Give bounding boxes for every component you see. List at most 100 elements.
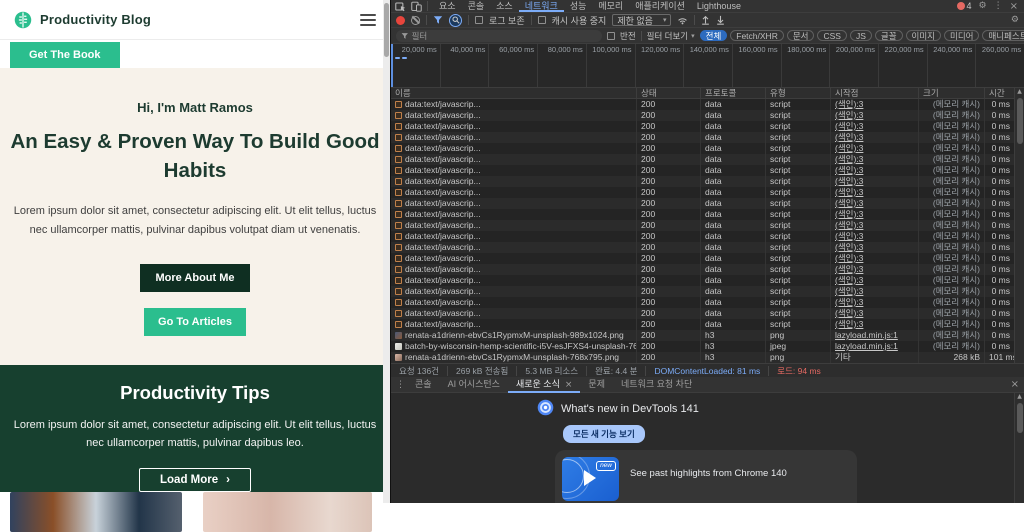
network-request-row[interactable]: data:text/javascrip...200datascript(색인):… [391,132,1015,143]
drawer-tab[interactable]: 문제 [580,377,613,393]
scroll-up-icon[interactable]: ▲ [1015,393,1024,401]
network-request-row[interactable]: data:text/javascrip...200datascript(색인):… [391,176,1015,187]
device-toolbar-icon[interactable] [411,1,422,12]
network-request-row[interactable]: data:text/javascrip...200datascript(색인):… [391,121,1015,132]
network-request-row[interactable]: data:text/javascrip...200datascript(색인):… [391,264,1015,275]
initiator-link[interactable]: (색인):3 [835,99,863,109]
initiator-link[interactable]: (색인):3 [835,209,863,219]
devtools-tab[interactable]: 요소 [433,0,462,12]
initiator-link[interactable]: (색인):3 [835,275,863,285]
scrollbar-thumb[interactable] [1017,403,1023,433]
initiator-link[interactable]: lazyload.min.js:1 [835,330,898,340]
invert-filter-checkbox[interactable] [607,32,615,40]
network-request-row[interactable]: data:text/javascrip...200datascript(색인):… [391,242,1015,253]
column-header[interactable]: 프로토콜 [701,88,766,98]
highlight-video-card[interactable]: new See past highlights from Chrome 140 [555,450,857,503]
network-request-row[interactable]: data:text/javascrip...200datascript(색인):… [391,220,1015,231]
initiator-link[interactable]: (색인):3 [835,165,863,175]
inspect-element-icon[interactable] [395,1,406,12]
network-request-row[interactable]: data:text/javascrip...200datascript(색인):… [391,154,1015,165]
filter-chip[interactable]: 전체 [700,30,728,41]
disable-cache-checkbox[interactable] [538,16,546,24]
video-thumbnail[interactable]: new [562,457,619,501]
initiator-link[interactable]: (색인):3 [835,308,863,318]
record-network-log-icon[interactable] [396,16,405,25]
initiator-link[interactable]: (색인):3 [835,121,863,131]
menu-icon[interactable] [360,14,376,26]
network-conditions-icon[interactable] [677,15,688,25]
search-icon[interactable] [449,14,462,27]
network-settings-gear-icon[interactable]: ⚙ [1011,15,1019,25]
initiator-link[interactable]: (색인):3 [835,319,863,329]
initiator-link[interactable]: (색인):3 [835,198,863,208]
column-header[interactable]: 상태 [637,88,701,98]
drawer-tab[interactable]: 콘솔 [407,377,440,393]
drawer-tab[interactable]: 새로운 소식× [508,377,580,393]
network-request-row[interactable]: data:text/javascrip...200datascript(색인):… [391,143,1015,154]
devtools-tab[interactable]: Lighthouse [691,0,747,12]
devtools-tab[interactable]: 애플리케이션 [629,0,691,12]
network-request-row[interactable]: batch-by-wisconsin-hemp-scientific-i5V-e… [391,341,1015,352]
network-request-row[interactable]: data:text/javascrip...200datascript(색인):… [391,209,1015,220]
filter-chip[interactable]: CSS [817,30,846,41]
filter-funnel-icon[interactable] [433,15,443,25]
filter-chip[interactable]: 이미지 [906,30,941,41]
network-overview-timeline[interactable]: 20,000 ms40,000 ms60,000 ms80,000 ms100,… [391,44,1024,88]
network-table-header[interactable]: 이름상태프로토콜유형시작점크기시간 [391,88,1015,99]
export-har-icon[interactable] [716,15,725,25]
get-the-book-button[interactable]: Get The Book [10,42,120,68]
network-request-row[interactable]: data:text/javascrip...200datascript(색인):… [391,99,1015,110]
initiator-link[interactable]: (색인):3 [835,176,863,186]
network-request-row[interactable]: data:text/javascrip...200datascript(색인):… [391,231,1015,242]
devtools-tab[interactable]: 콘솔 [462,0,491,12]
more-about-me-button[interactable]: More About Me [140,264,249,292]
filter-chip[interactable]: JS [850,30,872,41]
network-request-row[interactable]: data:text/javascrip...200datascript(색인):… [391,198,1015,209]
network-request-row[interactable]: data:text/javascrip...200datascript(색인):… [391,275,1015,286]
network-request-row[interactable]: data:text/javascrip...200datascript(색인):… [391,286,1015,297]
more-filters-button[interactable]: 필터 더보기 ▾ [647,30,695,42]
article-thumbnail[interactable] [203,492,372,532]
filter-chip[interactable]: Fetch/XHR [730,30,784,41]
drawer-scrollbar[interactable]: ▲ [1014,393,1024,503]
initiator-link[interactable]: (색인):3 [835,154,863,164]
column-header[interactable]: 이름 [391,88,637,98]
go-to-articles-button[interactable]: Go To Articles [144,308,246,336]
network-request-row[interactable]: data:text/javascrip...200datascript(색인):… [391,110,1015,121]
devtools-tab[interactable]: 소스 [490,0,519,12]
filter-input-box[interactable] [396,30,602,42]
filter-chip[interactable]: 글꼴 [875,30,903,41]
network-request-row[interactable]: data:text/javascrip...200datascript(색인):… [391,187,1015,198]
scrollbar-thumb[interactable] [384,3,389,57]
filter-input[interactable] [412,31,597,41]
initiator-link[interactable]: (색인):3 [835,187,863,197]
initiator-link[interactable]: (색인):3 [835,297,863,307]
devtools-tab[interactable]: 네트워크 [519,0,564,12]
load-more-button[interactable]: Load More › [139,468,251,492]
table-scrollbar[interactable]: ▲ [1014,88,1024,363]
article-thumbnail[interactable] [10,492,182,532]
initiator-link[interactable]: (색인):3 [835,286,863,296]
import-har-icon[interactable] [701,15,710,25]
close-drawer-icon[interactable]: × [1011,379,1019,390]
scrollbar-thumb[interactable] [1017,98,1023,144]
drawer-more-icon[interactable]: ⋮ [396,380,405,390]
column-header[interactable]: 시작점 [831,88,919,98]
scroll-up-icon[interactable]: ▲ [1015,88,1024,96]
column-header[interactable]: 시간 [985,88,1015,98]
throttling-select[interactable]: 제한 없음 ▾ [612,14,671,26]
filter-chip[interactable]: 문서 [787,30,815,41]
network-request-row[interactable]: renata-a1drienn-ebvCs1RypmxM-unsplash-76… [391,352,1015,363]
initiator-link[interactable]: (색인):3 [835,242,863,252]
initiator-link[interactable]: (색인):3 [835,264,863,274]
network-request-row[interactable]: data:text/javascrip...200datascript(색인):… [391,319,1015,330]
drawer-tab[interactable]: 네트워크 요청 차단 [613,377,700,393]
network-request-row[interactable]: data:text/javascrip...200datascript(색인):… [391,165,1015,176]
error-count-badge[interactable]: 4 [957,1,972,11]
initiator-link[interactable]: (색인):3 [835,132,863,142]
close-devtools-icon[interactable]: × [1010,1,1018,12]
page-scrollbar[interactable] [383,0,390,503]
initiator-link[interactable]: (색인):3 [835,220,863,230]
initiator-link[interactable]: (색인):3 [835,231,863,241]
clear-network-log-icon[interactable] [411,16,420,25]
